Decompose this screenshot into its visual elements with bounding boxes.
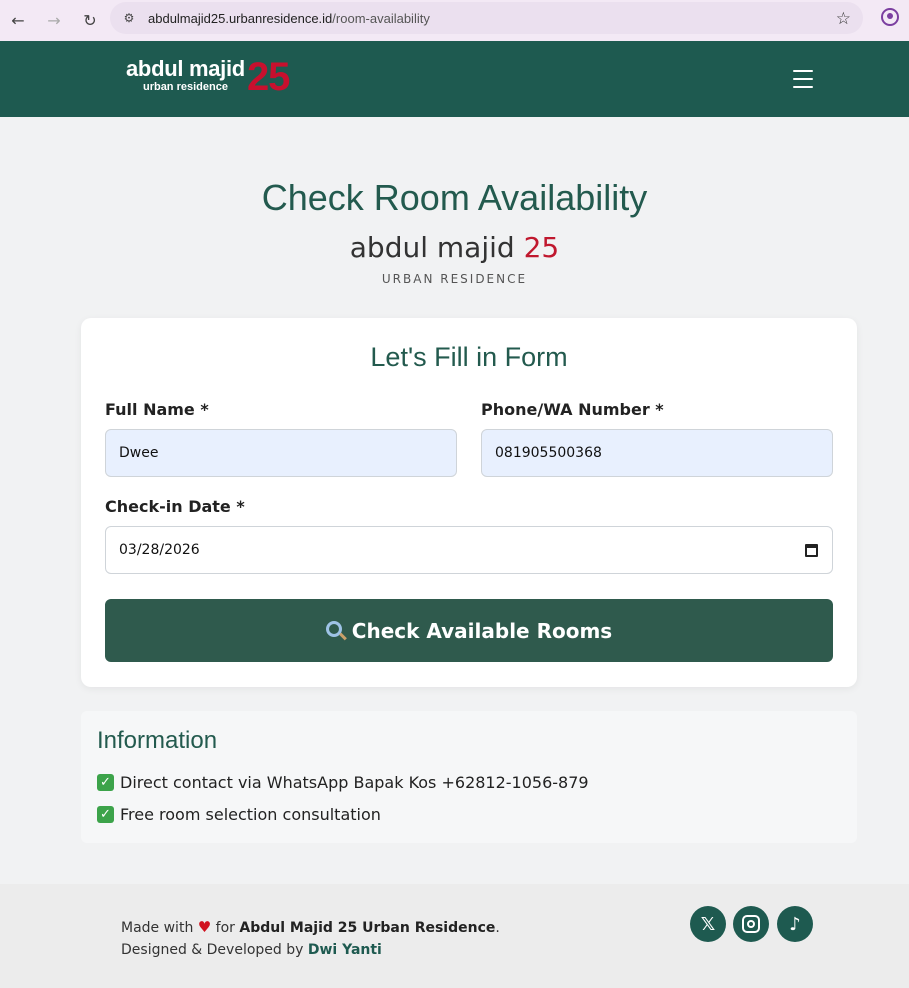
url-text: abdulmajid25.urbanresidence.id/room-avai…: [148, 10, 430, 26]
back-icon[interactable]: ←: [6, 9, 30, 33]
checkin-date-input[interactable]: 03/28/2026: [105, 526, 833, 574]
site-header: abdul majid urban residence 25: [0, 41, 909, 117]
site-logo[interactable]: abdul majid urban residence 25: [126, 55, 290, 99]
x-twitter-icon[interactable]: 𝕏: [690, 906, 726, 942]
full-name-label: Full Name *: [105, 400, 209, 419]
address-bar[interactable]: ⚙ abdulmajid25.urbanresidence.id/room-av…: [110, 2, 863, 34]
footer-credits: Made with ♥ for Abdul Majid 25 Urban Res…: [121, 918, 500, 958]
menu-icon[interactable]: [793, 70, 813, 88]
page-title: Check Room Availability: [261, 177, 648, 218]
site-info-icon[interactable]: ⚙: [120, 9, 138, 27]
calendar-icon[interactable]: [805, 544, 818, 557]
instagram-icon[interactable]: [733, 906, 769, 942]
info-item: ✓ Direct contact via WhatsApp Bapak Kos …: [97, 773, 589, 792]
logo-sub-text: urban residence: [142, 81, 228, 93]
developer-link[interactable]: Dwi Yanti: [308, 942, 382, 958]
site-footer: Made with ♥ for Abdul Majid 25 Urban Res…: [0, 884, 909, 988]
information-title: Information: [97, 727, 218, 754]
phone-input[interactable]: 081905500368: [481, 429, 833, 477]
heart-icon: ♥: [197, 918, 212, 936]
check-available-rooms-button[interactable]: Check Available Rooms: [105, 599, 833, 662]
logo-main-text: abdul majid: [126, 56, 245, 81]
profile-icon[interactable]: [881, 8, 899, 26]
information-box: Information ✓ Direct contact via WhatsAp…: [81, 711, 857, 843]
check-icon: ✓: [97, 806, 114, 823]
forward-icon[interactable]: →: [42, 9, 66, 33]
checkin-date-label: Check-in Date *: [105, 497, 245, 516]
check-icon: ✓: [97, 774, 114, 791]
full-name-input[interactable]: Dwee: [105, 429, 457, 477]
form-title: Let's Fill in Form: [370, 342, 568, 372]
reload-icon[interactable]: ↻: [78, 9, 102, 33]
magnifier-icon: [325, 620, 342, 637]
brand-subtitle: URBAN RESIDENCE: [381, 272, 528, 286]
bookmark-star-icon[interactable]: ☆: [836, 9, 851, 29]
tiktok-icon[interactable]: ♪: [777, 906, 813, 942]
hero-section: Check Room Availability abdul majid 25 U…: [0, 117, 909, 286]
brand-name: abdul majid 25: [349, 231, 560, 264]
phone-label: Phone/WA Number *: [481, 400, 664, 419]
info-item: ✓ Free room selection consultation: [97, 805, 381, 824]
browser-toolbar: ← → ↻ ⚙ abdulmajid25.urbanresidence.id/r…: [0, 0, 909, 41]
availability-form-card: Let's Fill in Form Full Name * Dwee Phon…: [81, 318, 857, 687]
logo-number: 25: [246, 55, 290, 99]
